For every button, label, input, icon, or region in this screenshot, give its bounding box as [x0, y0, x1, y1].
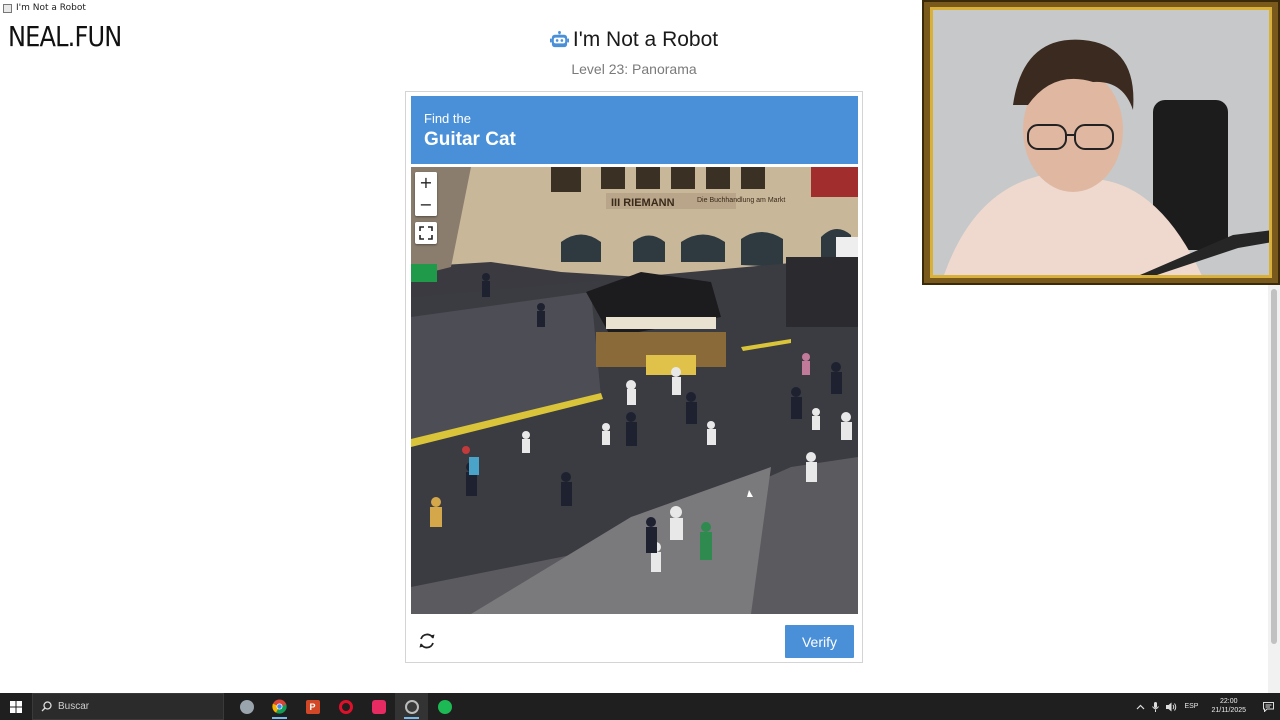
map-controls: + −	[415, 172, 437, 244]
webcam-feed	[930, 7, 1272, 278]
webcam-image	[933, 10, 1269, 275]
captcha-card: Find the Guitar Cat III RIEMANN Die Buch…	[405, 91, 863, 663]
fullscreen-button[interactable]	[415, 222, 437, 244]
clock[interactable]: 22:00 21/11/2025	[1211, 698, 1246, 716]
taskbar-search[interactable]: Buscar	[32, 693, 224, 720]
window-app-icon	[3, 3, 12, 13]
window-title: I'm Not a Robot	[16, 3, 86, 13]
captcha-header: Find the Guitar Cat	[411, 96, 858, 164]
fullscreen-icon	[419, 226, 433, 240]
chevron-up-icon[interactable]	[1136, 704, 1145, 710]
refresh-icon	[419, 633, 435, 649]
captcha-footer: Verify	[411, 622, 858, 658]
scrollbar-thumb[interactable]	[1271, 289, 1277, 644]
verify-button[interactable]: Verify	[785, 625, 854, 658]
windows-logo-icon	[10, 700, 22, 713]
spotify-icon[interactable]	[428, 693, 461, 720]
site-logo[interactable]: NEAL.FUN	[8, 20, 122, 53]
zoom-out-button[interactable]: −	[415, 194, 437, 216]
speaker-icon[interactable]	[1166, 702, 1177, 712]
chrome-icon[interactable]	[263, 693, 296, 720]
tiktok-icon[interactable]	[362, 693, 395, 720]
page-header: I'm Not a Robot Level 23: Panorama	[405, 28, 863, 77]
panorama-image[interactable]: III RIEMANN Die Buchhandlung am Markt	[411, 167, 858, 614]
microphone-icon[interactable]	[1152, 701, 1160, 712]
file-explorer-icon[interactable]	[230, 693, 263, 720]
obs-icon[interactable]	[395, 693, 428, 720]
notifications-icon[interactable]	[1263, 701, 1274, 712]
powerpoint-icon[interactable]: P	[296, 693, 329, 720]
page-title-row: I'm Not a Robot	[549, 28, 719, 52]
clock-time: 22:00	[1219, 697, 1238, 705]
start-button[interactable]	[0, 693, 32, 720]
screen: I'm Not a Robot NEAL.FUN I'm Not a Robot…	[0, 0, 1280, 720]
search-icon	[41, 701, 52, 712]
webcam-overlay	[922, 0, 1280, 285]
captcha-target: Guitar Cat	[424, 129, 516, 150]
page-title: I'm Not a Robot	[572, 28, 719, 51]
clock-date: 21/11/2025	[1211, 706, 1246, 714]
level-subtitle: Level 23: Panorama	[571, 60, 697, 77]
windows-taskbar: Buscar P ESP 22:00 21/11/2025	[0, 693, 1280, 720]
opera-icon[interactable]	[329, 693, 362, 720]
taskbar-apps: P	[230, 693, 461, 720]
zoom-controls: + −	[415, 172, 437, 216]
panorama-viewer[interactable]: III RIEMANN Die Buchhandlung am Markt + …	[411, 167, 858, 614]
storefront-tagline: Die Buchhandlung am Markt	[697, 197, 785, 204]
refresh-button[interactable]	[416, 630, 438, 652]
storefront-sign: III RIEMANN	[611, 197, 675, 209]
captcha-instruction: Find the	[424, 111, 471, 126]
zoom-in-button[interactable]: +	[415, 172, 437, 194]
search-placeholder: Buscar	[58, 701, 90, 712]
page-scrollbar[interactable]	[1268, 285, 1280, 693]
language-indicator[interactable]: ESP	[1184, 703, 1198, 710]
robot-icon	[549, 30, 569, 47]
system-tray: ESP 22:00 21/11/2025	[1136, 698, 1280, 716]
